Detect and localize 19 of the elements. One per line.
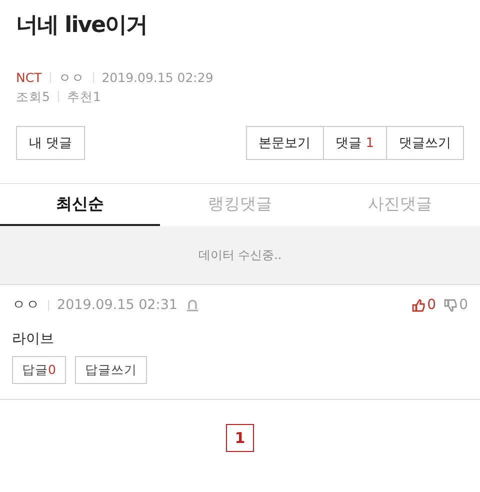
siren-icon[interactable]	[186, 298, 198, 312]
post-date: 2019.09.15 02:29	[102, 69, 214, 87]
view-count: 조회5	[16, 88, 50, 106]
loading-text: 데이터 수신중..	[198, 246, 282, 264]
like-button[interactable]: 0	[412, 297, 436, 313]
comment-author: ㅇㅇ	[12, 296, 40, 314]
view-post-button[interactable]: 본문보기	[246, 126, 324, 160]
post-title: 너네 live이거	[16, 12, 148, 40]
my-comments-button[interactable]: 내 댓글	[16, 126, 86, 160]
page-button[interactable]: 1	[226, 424, 254, 452]
replies-button[interactable]: 답글0	[12, 356, 66, 384]
write-reply-button[interactable]: 답글쓰기	[74, 356, 147, 384]
write-comment-button[interactable]: 댓글쓰기	[387, 126, 464, 160]
comments-button[interactable]: 댓글 1	[324, 126, 387, 160]
board-name[interactable]: NCT	[16, 68, 42, 87]
recommend-count: 추천1	[66, 88, 101, 106]
comment-text: 라이브	[12, 330, 55, 348]
author-name: ㅇㅇ	[58, 69, 85, 87]
comment-date: 2019.09.15 02:31	[57, 297, 178, 313]
